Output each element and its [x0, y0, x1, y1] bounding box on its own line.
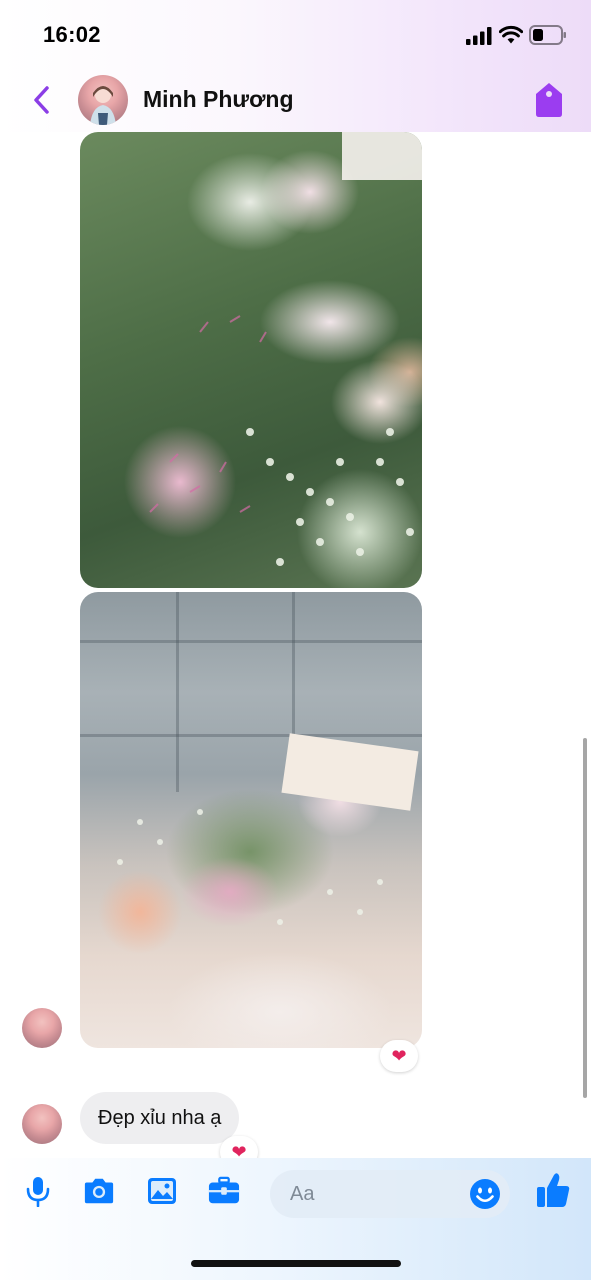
- tag-icon[interactable]: [534, 82, 564, 118]
- gallery-icon[interactable]: [146, 1175, 178, 1207]
- briefcase-icon[interactable]: [208, 1175, 240, 1207]
- wifi-icon: [499, 25, 523, 44]
- contact-avatar[interactable]: [78, 75, 128, 125]
- microphone-icon[interactable]: [22, 1175, 54, 1207]
- status-bar: 16:02: [0, 0, 591, 70]
- sender-avatar[interactable]: [22, 1008, 62, 1048]
- camera-icon[interactable]: [83, 1175, 115, 1207]
- contact-name[interactable]: Minh Phương: [143, 86, 294, 113]
- photo-message-flowers-closeup[interactable]: [80, 132, 422, 588]
- home-indicator[interactable]: [191, 1260, 401, 1267]
- back-chevron-icon[interactable]: [28, 84, 56, 116]
- signal-icon: [466, 27, 492, 45]
- heart-reaction[interactable]: ❤: [380, 1040, 418, 1072]
- photo-message-bouquet[interactable]: [80, 592, 422, 1048]
- thumbs-up-icon[interactable]: [535, 1171, 571, 1209]
- heart-icon: ❤: [391, 1045, 407, 1066]
- scrollbar[interactable]: [583, 738, 587, 1098]
- message-text: Đẹp xỉu nha ạ: [98, 1106, 222, 1129]
- status-time: 16:02: [43, 22, 101, 47]
- chat-header: Minh Phương: [0, 70, 591, 132]
- battery-icon: [529, 25, 566, 45]
- emoji-icon[interactable]: [469, 1178, 501, 1210]
- text-message-bubble[interactable]: Đẹp xỉu nha ạ: [80, 1092, 240, 1144]
- sender-avatar[interactable]: [22, 1104, 62, 1144]
